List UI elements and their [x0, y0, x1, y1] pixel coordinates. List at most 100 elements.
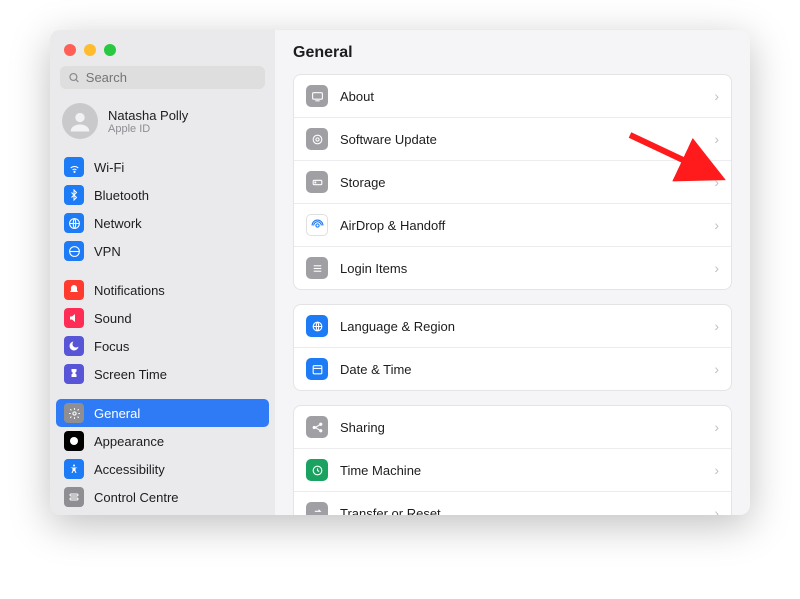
row-airdrop-handoff[interactable]: AirDrop & Handoff › [294, 204, 731, 247]
row-label: Sharing [340, 420, 702, 435]
row-label: Software Update [340, 132, 702, 147]
person-icon [66, 107, 94, 135]
login-items-icon [306, 257, 328, 279]
row-label: Login Items [340, 261, 702, 276]
row-label: Transfer or Reset [340, 506, 702, 516]
focus-icon [64, 336, 84, 356]
sidebar-item-focus[interactable]: Focus [56, 332, 269, 360]
search-input[interactable] [86, 70, 257, 85]
airdrop-icon [306, 214, 328, 236]
gear-icon [64, 403, 84, 423]
language-icon [306, 315, 328, 337]
chevron-right-icon: › [714, 174, 719, 190]
sidebar-item-label: Appearance [94, 434, 164, 449]
row-label: Language & Region [340, 319, 702, 334]
sidebar-item-sound[interactable]: Sound [56, 304, 269, 332]
row-label: Time Machine [340, 463, 702, 478]
chevron-right-icon: › [714, 260, 719, 276]
transfer-icon [306, 502, 328, 515]
page-title: General [293, 44, 732, 74]
network-icon [64, 213, 84, 233]
appearance-icon [64, 431, 84, 451]
sidebar-item-control-centre[interactable]: Control Centre [56, 483, 269, 511]
sidebar-item-label: Network [94, 216, 142, 231]
sound-icon [64, 308, 84, 328]
sidebar-group: General Appearance Accessibility Control… [50, 395, 275, 515]
row-label: Date & Time [340, 362, 702, 377]
sidebar-item-label: VPN [94, 244, 121, 259]
accessibility-icon [64, 459, 84, 479]
search-icon [68, 71, 80, 84]
vpn-icon [64, 241, 84, 261]
storage-icon [306, 171, 328, 193]
user-subtitle: Apple ID [108, 123, 188, 135]
sidebar-item-bluetooth[interactable]: Bluetooth [56, 181, 269, 209]
settings-group: Sharing › Time Machine › Transfer or Res… [293, 405, 732, 515]
sidebar-item-label: Screen Time [94, 367, 167, 382]
row-login-items[interactable]: Login Items › [294, 247, 731, 289]
close-window-button[interactable] [64, 44, 76, 56]
chevron-right-icon: › [714, 462, 719, 478]
row-date-time[interactable]: Date & Time › [294, 348, 731, 390]
row-label: Storage [340, 175, 702, 190]
chevron-right-icon: › [714, 131, 719, 147]
sidebar-item-notifications[interactable]: Notifications [56, 276, 269, 304]
fullscreen-window-button[interactable] [104, 44, 116, 56]
apple-id-row[interactable]: Natasha Polly Apple ID [50, 97, 275, 149]
search-field[interactable] [60, 66, 265, 89]
search-wrap [50, 66, 275, 97]
sidebar-item-wifi[interactable]: Wi-Fi [56, 153, 269, 181]
row-about[interactable]: About › [294, 75, 731, 118]
row-language-region[interactable]: Language & Region › [294, 305, 731, 348]
sidebar-item-label: Bluetooth [94, 188, 149, 203]
sidebar-item-label: Accessibility [94, 462, 165, 477]
sidebar-item-screen-time[interactable]: Screen Time [56, 360, 269, 388]
sidebar: Natasha Polly Apple ID Wi-Fi Bluetooth [50, 30, 275, 515]
sidebar-item-label: Notifications [94, 283, 165, 298]
sidebar-group: Notifications Sound Focus Screen Time [50, 272, 275, 392]
sidebar-item-network[interactable]: Network [56, 209, 269, 237]
chevron-right-icon: › [714, 505, 719, 515]
settings-window: Natasha Polly Apple ID Wi-Fi Bluetooth [50, 30, 750, 515]
user-text: Natasha Polly Apple ID [108, 108, 188, 135]
date-time-icon [306, 358, 328, 380]
sidebar-item-general[interactable]: General [56, 399, 269, 427]
settings-group: Language & Region › Date & Time › [293, 304, 732, 391]
about-icon [306, 85, 328, 107]
screentime-icon [64, 364, 84, 384]
avatar [62, 103, 98, 139]
sidebar-item-label: General [94, 406, 140, 421]
row-label: About [340, 89, 702, 104]
row-storage[interactable]: Storage › [294, 161, 731, 204]
control-centre-icon [64, 487, 84, 507]
wifi-icon [64, 157, 84, 177]
settings-group: About › Software Update › Storage › [293, 74, 732, 290]
bluetooth-icon [64, 185, 84, 205]
sidebar-item-accessibility[interactable]: Accessibility [56, 455, 269, 483]
chevron-right-icon: › [714, 419, 719, 435]
row-transfer-reset[interactable]: Transfer or Reset › [294, 492, 731, 515]
software-update-icon [306, 128, 328, 150]
main-pane: General About › Software Update › [275, 30, 750, 515]
row-software-update[interactable]: Software Update › [294, 118, 731, 161]
sidebar-item-label: Focus [94, 339, 129, 354]
minimize-window-button[interactable] [84, 44, 96, 56]
row-label: AirDrop & Handoff [340, 218, 702, 233]
sidebar-item-appearance[interactable]: Appearance [56, 427, 269, 455]
chevron-right-icon: › [714, 88, 719, 104]
time-machine-icon [306, 459, 328, 481]
row-time-machine[interactable]: Time Machine › [294, 449, 731, 492]
sidebar-item-label: Sound [94, 311, 132, 326]
notifications-icon [64, 280, 84, 300]
chevron-right-icon: › [714, 361, 719, 377]
chevron-right-icon: › [714, 217, 719, 233]
sidebar-group: Wi-Fi Bluetooth Network VPN [50, 149, 275, 269]
user-name: Natasha Polly [108, 108, 188, 123]
sidebar-item-label: Wi-Fi [94, 160, 124, 175]
sidebar-item-vpn[interactable]: VPN [56, 237, 269, 265]
sidebar-item-label: Control Centre [94, 490, 179, 505]
traffic-lights [50, 38, 275, 66]
sharing-icon [306, 416, 328, 438]
row-sharing[interactable]: Sharing › [294, 406, 731, 449]
chevron-right-icon: › [714, 318, 719, 334]
